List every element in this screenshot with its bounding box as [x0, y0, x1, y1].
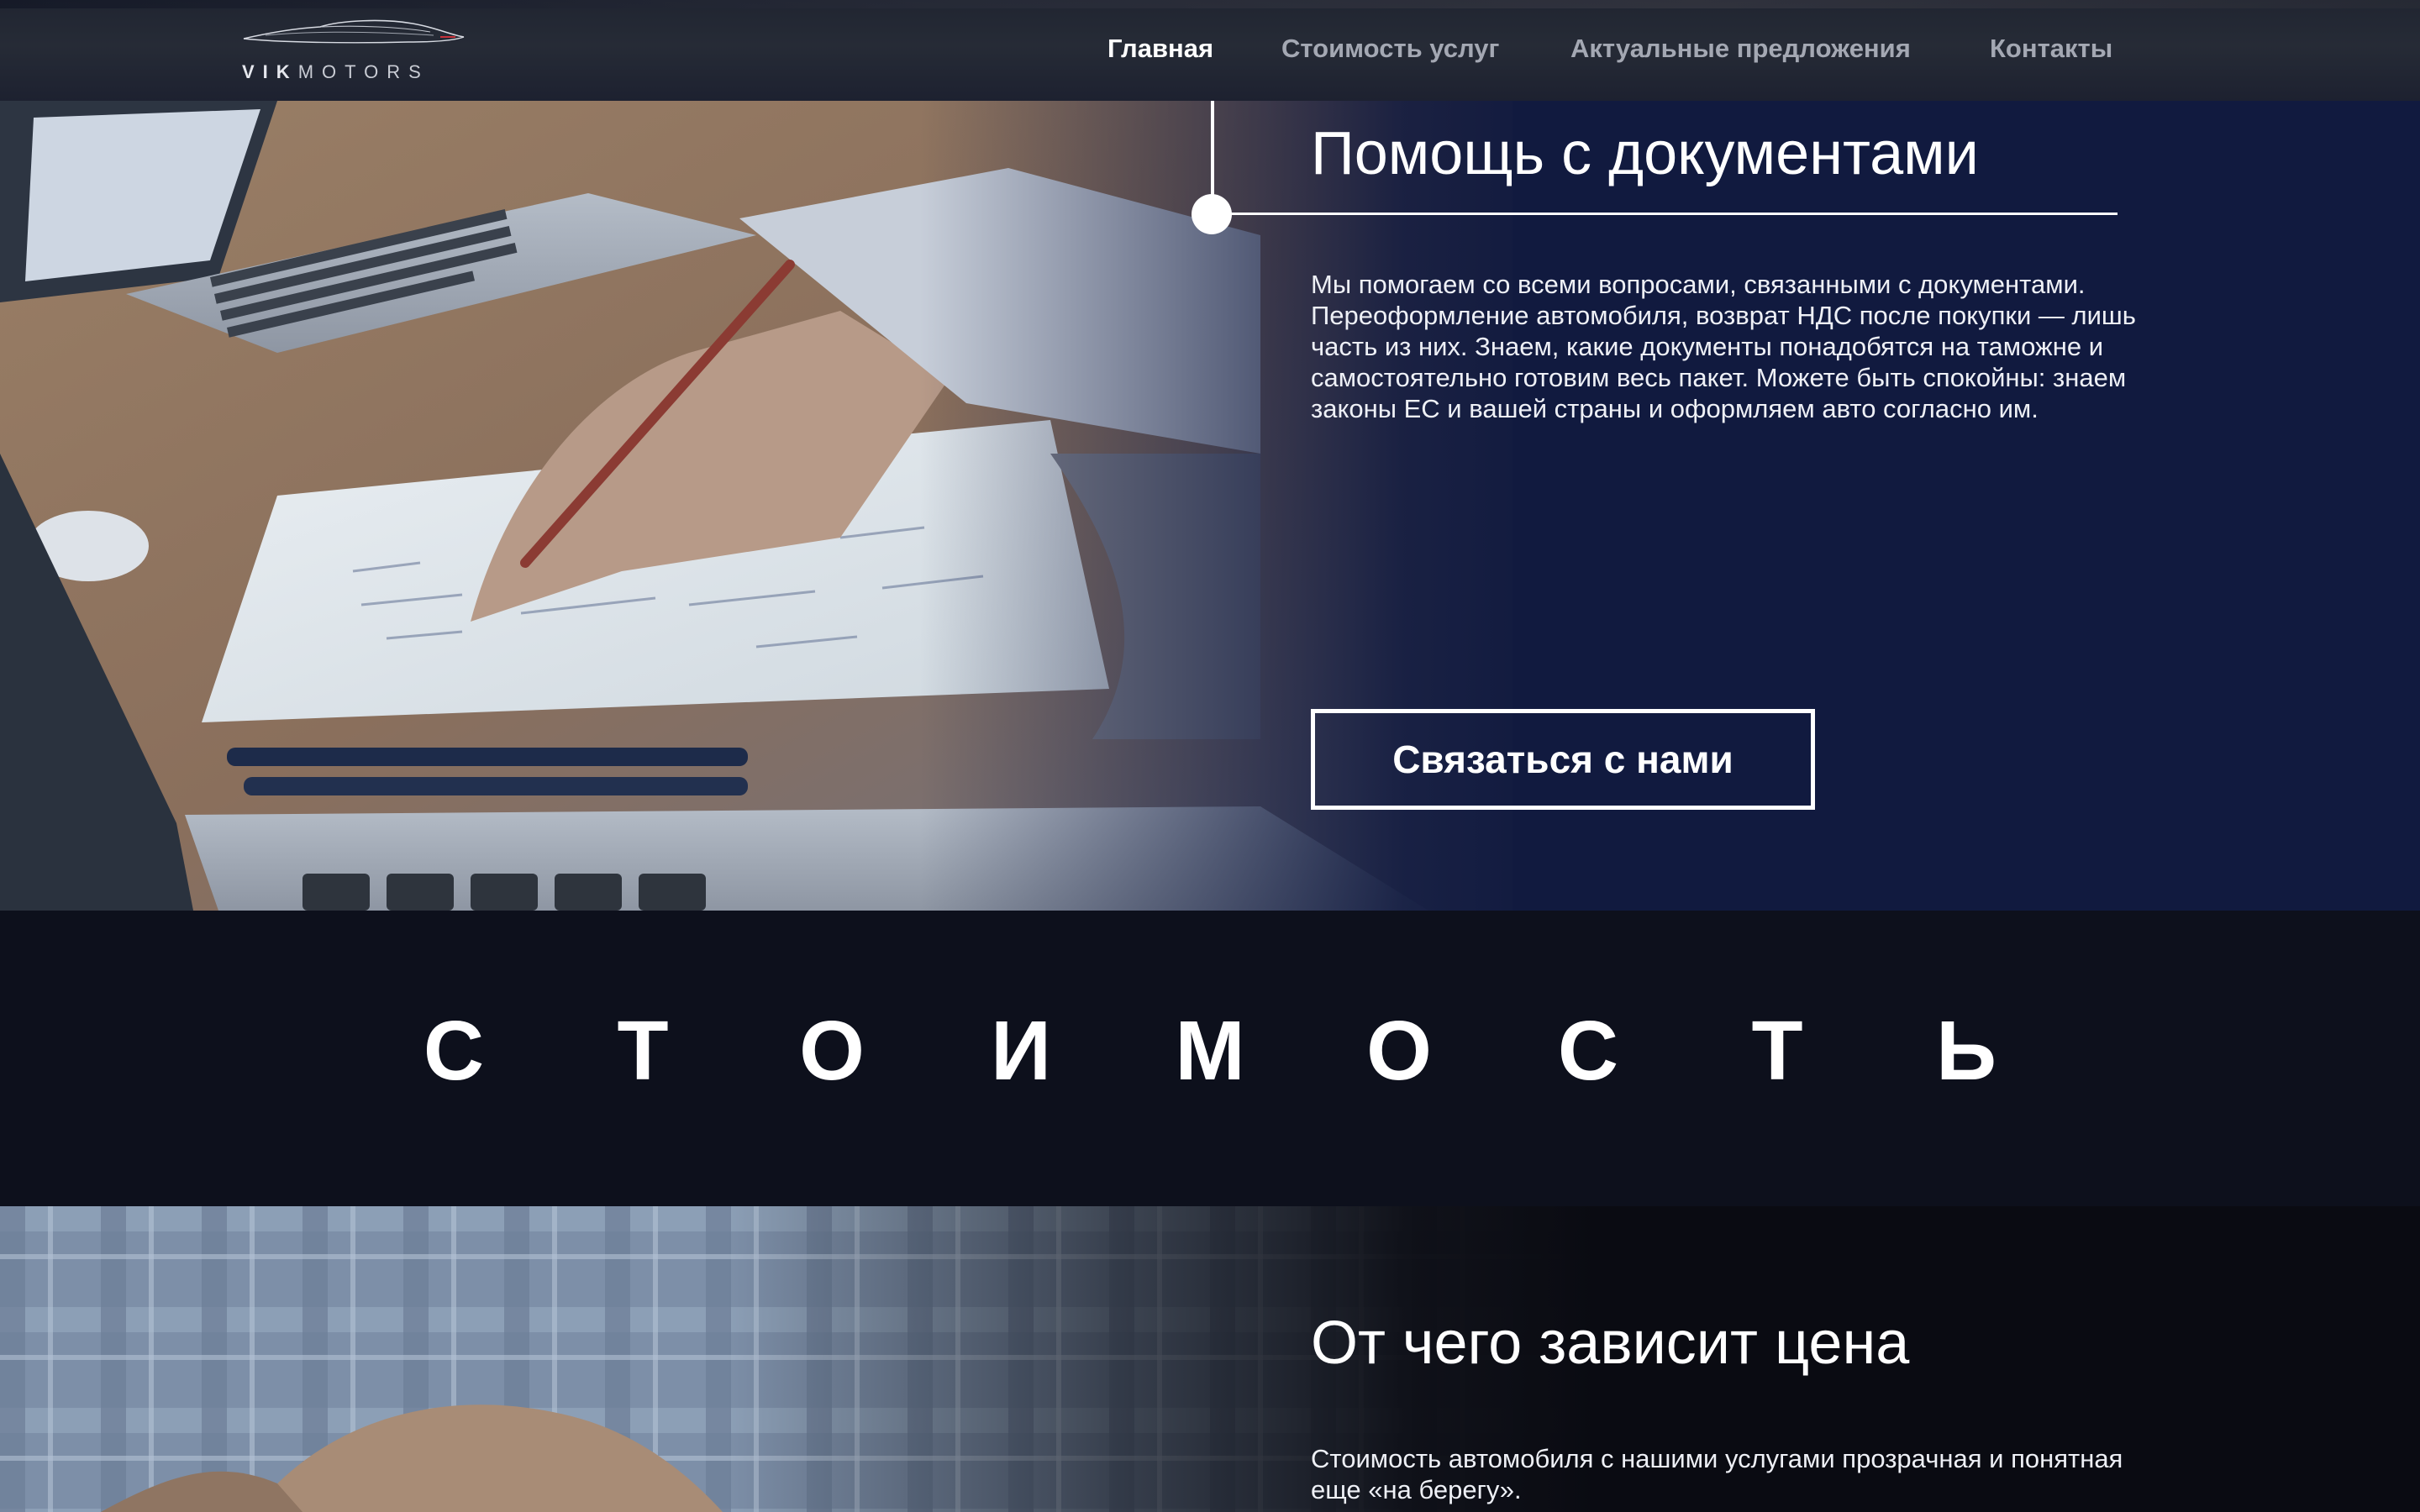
price-factors-title: От чего зависит цена — [1311, 1310, 1910, 1377]
price-factors-section: От чего зависит цена Стоимость автомобил… — [0, 1206, 2420, 1512]
nav-item-offers[interactable]: Актуальные предложения — [1570, 34, 1911, 64]
cost-title-letter: М — [1175, 1004, 1245, 1098]
documents-help-title: Помощь с документами — [1311, 120, 1979, 187]
contact-us-button[interactable]: Связаться с нами — [1311, 709, 1815, 810]
timeline-dot — [1192, 194, 1232, 234]
site-header: VIKMOTORS Главная Стоимость услуг Актуал… — [0, 0, 2420, 101]
documents-help-section: Помощь с документами Мы помогаем со всем… — [0, 101, 2420, 911]
cost-title-letter: Т — [1751, 1004, 1803, 1098]
documents-help-text: Мы помогаем со всеми вопросами, связанны… — [1311, 270, 2136, 423]
cost-title-letter: С — [423, 1004, 485, 1098]
price-factors-text: Стоимость автомобиля с нашими услугами п… — [1311, 1444, 2123, 1504]
timeline-horizontal-line — [1212, 213, 2118, 215]
cost-title-band: СТОИМОСТЬ — [0, 911, 2420, 1206]
nav-item-services-cost[interactable]: Стоимость услуг — [1281, 34, 1499, 64]
cost-title-letter: И — [991, 1004, 1051, 1098]
cost-title-letter: Т — [617, 1004, 669, 1098]
main-nav: Главная Стоимость услуг Актуальные предл… — [0, 34, 2420, 67]
cost-title-letter: Ь — [1936, 1004, 1996, 1098]
cost-title-letter: О — [799, 1004, 865, 1098]
nav-item-contacts[interactable]: Контакты — [1990, 34, 2112, 64]
cost-title-letter: С — [1557, 1004, 1619, 1098]
page: VIKMOTORS Главная Стоимость услуг Актуал… — [0, 0, 2420, 1512]
cost-title-letter: О — [1366, 1004, 1432, 1098]
nav-item-home[interactable]: Главная — [1107, 34, 1213, 64]
cost-section-title: СТОИМОСТЬ — [0, 1003, 2420, 1104]
